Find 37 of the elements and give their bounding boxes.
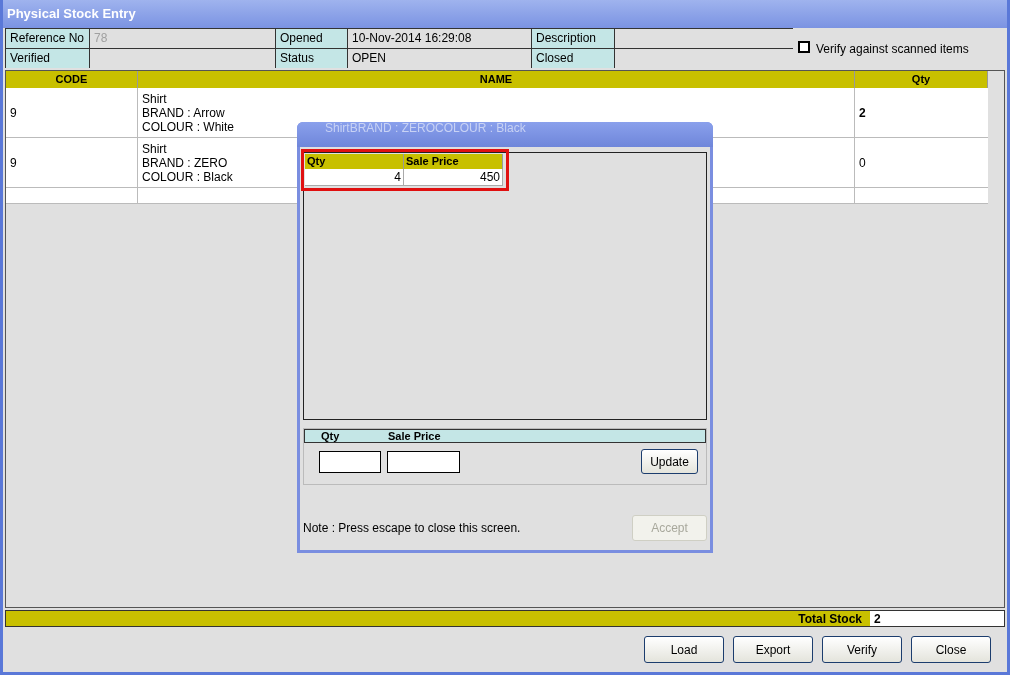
field-label: Description (532, 29, 614, 48)
table-cell: BRAND : Arrow (142, 105, 225, 120)
price-input[interactable] (387, 450, 460, 473)
action-button[interactable]: Export (733, 636, 813, 663)
table-cell: 4 (305, 169, 404, 185)
checkbox-label[interactable]: Verify against scanned items (816, 40, 969, 58)
table-cell: Shirt (142, 91, 167, 106)
table-cell: COLOUR : Black (142, 169, 233, 184)
field-value: 78 (90, 29, 275, 48)
field-value: OPEN (348, 49, 531, 68)
field-label: Verified (6, 49, 89, 68)
table-cell: BRAND : ZERO (142, 155, 228, 170)
table-cell-text: 0 (859, 154, 866, 172)
update-button[interactable]: Update (641, 449, 698, 474)
action-button[interactable]: Close (911, 636, 991, 663)
field-value: 10-Nov-2014 16:29:08 (348, 29, 531, 48)
checkbox[interactable] (798, 41, 810, 53)
note-text: Note : Press escape to close this screen. (303, 520, 521, 537)
field-label: Status (276, 49, 347, 68)
table-cell: Shirt (142, 141, 167, 156)
window-title: Physical Stock Entry (7, 5, 136, 24)
table-cell-text: 9 (10, 104, 17, 122)
field-label: Closed (532, 49, 614, 68)
total-value: 2 (874, 610, 881, 628)
table-cell-text: 9 (10, 154, 17, 172)
dialog-title: ShirtBRAND : ZEROCOLOUR : Black (325, 122, 526, 134)
entry-label: Sale Price (387, 430, 442, 442)
field-label: Reference No (6, 29, 89, 48)
qty-input[interactable] (319, 450, 381, 473)
entry-label: Qty (320, 430, 341, 442)
table-cell: 450 (404, 169, 503, 185)
table-cell-text: 2 (859, 104, 866, 122)
field-label: Opened (276, 29, 347, 48)
total-label: Total Stock (798, 610, 862, 628)
action-button[interactable]: Load (644, 636, 724, 663)
table-cell: COLOUR : White (142, 119, 234, 134)
action-button[interactable]: Verify (822, 636, 902, 663)
